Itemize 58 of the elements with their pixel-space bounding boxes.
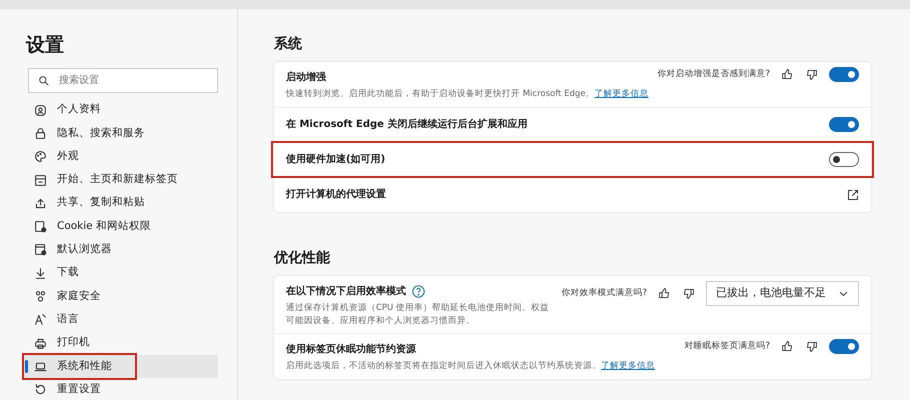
thumbs-down-icon[interactable] bbox=[805, 340, 818, 354]
setting-description: 快速转到浏览。启用此功能后，有助于启动设备时更快打开 Microsoft Edge。了解更多信息 bbox=[286, 88, 650, 101]
toggle-switch[interactable] bbox=[829, 339, 859, 354]
language-icon bbox=[34, 313, 47, 326]
thumbs-up-icon[interactable] bbox=[658, 286, 671, 300]
setting-title: 打开计算机的代理设置 bbox=[286, 188, 386, 202]
sidebar-item[interactable]: 隐私、搜索和服务 bbox=[24, 122, 218, 146]
sidebar-item[interactable]: 外观 bbox=[24, 145, 218, 168]
section-title: 优化性能 bbox=[274, 248, 331, 268]
sidebar-item[interactable]: 系统和性能 bbox=[24, 354, 218, 378]
people-icon bbox=[34, 290, 47, 304]
printer-icon bbox=[34, 336, 47, 350]
feedback-prompt: 你对启动增强是否感到满意? bbox=[657, 68, 770, 81]
sidebar-item[interactable]: 语言 bbox=[24, 308, 218, 332]
sidebar-item[interactable]: 个人资料 bbox=[24, 98, 218, 122]
setting-title: 启动增强 bbox=[286, 70, 326, 85]
lock-icon bbox=[34, 126, 47, 140]
setting-title: 使用硬件加速(如可用) bbox=[286, 152, 386, 168]
palette-icon bbox=[34, 150, 47, 164]
sidebar-item[interactable]: 共享、复制和粘贴 bbox=[24, 192, 218, 215]
toggle-switch[interactable] bbox=[829, 67, 859, 82]
setting-title: 在以下情况下启用效率模式 bbox=[286, 284, 406, 299]
browser-icon bbox=[34, 243, 47, 256]
share-icon bbox=[34, 196, 47, 210]
external-link-icon[interactable] bbox=[847, 188, 859, 201]
dropdown[interactable]: 已拔出，电池电量不足 bbox=[706, 280, 859, 306]
page-icon bbox=[34, 174, 47, 187]
learn-more-link[interactable]: 了解更多信息 bbox=[594, 89, 648, 99]
thumbs-down-icon[interactable] bbox=[805, 68, 818, 81]
feedback-prompt: 你对效率模式满意吗? bbox=[561, 286, 647, 300]
profile-icon bbox=[34, 104, 47, 117]
section-title: 系统 bbox=[274, 35, 303, 54]
feedback-prompt: 对睡眠标签页满意吗? bbox=[684, 340, 770, 354]
search-field[interactable]: 搜索设置 bbox=[28, 68, 218, 92]
sidebar-item[interactable]: 开始、主页和新建标签页 bbox=[24, 168, 218, 192]
setting-description: 启用此选项后，不活动的标签页将在指定时间后进入休眠状态以节约系统资源。了解更多信息 bbox=[286, 360, 656, 373]
sidebar-item[interactable]: 家庭安全 bbox=[24, 284, 218, 308]
laptop-icon bbox=[34, 360, 47, 373]
sidebar-item[interactable]: 重置设置 bbox=[24, 378, 218, 400]
setting-title: 使用标签页休眠功能节约资源 bbox=[286, 342, 416, 358]
setting-description: 通过保存计算机资源（CPU 使用率）帮助延长电池使用时间。权益可能因设备、应用程序和个人浏览器习惯而异。 bbox=[286, 302, 550, 328]
sidebar-item[interactable]: 默认浏览器 bbox=[24, 238, 218, 262]
search-icon bbox=[38, 74, 49, 86]
download-icon bbox=[34, 266, 47, 280]
learn-more-link[interactable]: 了解更多信息 bbox=[601, 361, 655, 372]
setting-title: 在 Microsoft Edge 关闭后继续运行后台扩展和应用 bbox=[286, 117, 528, 132]
thumbs-down-icon[interactable] bbox=[682, 286, 695, 300]
sidebar-item[interactable]: 下载 bbox=[24, 262, 218, 285]
reset-icon bbox=[34, 383, 47, 396]
help-icon[interactable] bbox=[412, 284, 424, 298]
toggle-switch[interactable] bbox=[829, 117, 859, 132]
cookie-icon bbox=[34, 220, 47, 234]
sidebar-item[interactable]: 打印机 bbox=[24, 331, 218, 355]
thumbs-up-icon[interactable] bbox=[781, 68, 794, 81]
sidebar-item[interactable]: Cookie 和网站权限 bbox=[24, 214, 218, 238]
toggle-switch[interactable] bbox=[829, 152, 859, 168]
settings-title: 设置 bbox=[26, 33, 65, 58]
thumbs-up-icon[interactable] bbox=[781, 340, 794, 354]
